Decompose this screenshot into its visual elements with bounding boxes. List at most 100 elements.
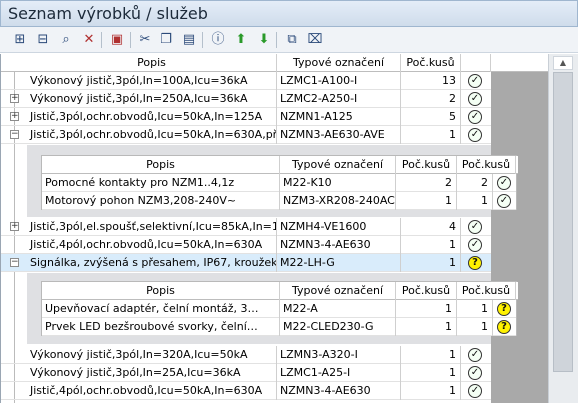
info-icon[interactable]: ⓘ — [209, 31, 227, 49]
sub-col-header-qty2[interactable]: Poč.kusů — [457, 282, 516, 300]
binoculars-icon[interactable]: ⌕ — [57, 31, 75, 49]
table-row[interactable]: Výkonový jistič,3pól,In=100A,Icu=36kA LZ… — [1, 72, 491, 90]
vertical-scrollbar[interactable]: ▲ — [548, 54, 578, 403]
table-row[interactable]: + Jistič,3pól,ochr.obvodů,Icu=50kA,In=12… — [1, 108, 491, 126]
sub-col-header-qty[interactable]: Poč.kusů — [396, 282, 457, 300]
table-row[interactable]: Jistič,4pól,ochr.obvodů,Icu=50kA,In=630A… — [1, 236, 491, 254]
sub-col-header-desc[interactable]: Popis — [42, 156, 280, 174]
sub-col-header-type[interactable]: Typové označení — [280, 282, 396, 300]
row-qty[interactable]: 4 — [401, 218, 461, 236]
sub-row-desc: Pomocné kontakty pro NZM1..4,1z — [42, 174, 280, 192]
row-qty[interactable]: 2 — [401, 90, 461, 108]
row-gutter: + — [1, 108, 27, 126]
copy-rows-icon[interactable]: ⧉ — [283, 31, 301, 49]
tree-expand-icon[interactable]: ⊞ — [11, 31, 29, 49]
sub-row-type: M22-CLED230-G — [280, 318, 396, 336]
col-header-qty[interactable]: Poč.kusů — [401, 54, 461, 72]
row-qty[interactable]: 5 — [401, 108, 461, 126]
col-header-status[interactable] — [461, 54, 491, 72]
subtable-row[interactable]: Motorový pohon NZM3,208-240V~ NZM3-XR208… — [42, 192, 516, 210]
table-row[interactable]: − Jistič,3pól,ochr.obvodů,Icu=50kA,In=63… — [1, 126, 491, 144]
row-type: NZMN1-A125 — [277, 108, 401, 126]
export-icon[interactable]: ▣ — [108, 31, 126, 49]
sub-row-type: M22-K10 — [280, 174, 396, 192]
row-gutter: − — [1, 126, 27, 144]
arrow-down-icon[interactable]: ⬇ — [255, 31, 273, 49]
sub-row-qty2[interactable]: 1 — [457, 192, 493, 210]
question-icon: ? — [497, 302, 511, 316]
delete-filter-icon[interactable]: ✕ — [80, 31, 98, 49]
collapse-icon[interactable]: − — [10, 130, 19, 139]
table-row-selected[interactable]: − Signálka, zvýšená s přesahem, IP67, kr… — [1, 254, 491, 272]
row-qty[interactable]: 13 — [401, 72, 461, 90]
subtable-accessories: Popis Typové označení Poč.kusů Poč.kusů … — [41, 155, 518, 210]
toolbar-separator — [202, 32, 203, 48]
col-header-desc[interactable]: Popis — [27, 54, 277, 72]
sub-row-desc: Upevňovací adaptér, čelní montáž, 3… — [42, 300, 280, 318]
scroll-up-arrow-icon[interactable]: ▲ — [553, 56, 573, 70]
arrow-up-icon[interactable]: ⬆ — [232, 31, 250, 49]
sub-row-qty2[interactable]: 2 — [457, 174, 493, 192]
table-row[interactable]: Výkonový jistič,3pól,In=25A,Icu=36kA LZM… — [1, 364, 491, 382]
copy-icon[interactable]: ❐ — [157, 31, 175, 49]
row-type: LZMN3-A320-I — [277, 346, 401, 364]
expand-icon[interactable]: + — [10, 112, 19, 121]
row-qty[interactable]: 1 — [401, 126, 461, 144]
grid-header: Popis Typové označení Poč.kusů — [1, 54, 548, 72]
toolbar-separator — [130, 32, 131, 48]
row-desc: Výkonový jistič,3pól,In=100A,Icu=36kA — [27, 72, 277, 90]
ok-check-icon: ✓ — [468, 92, 482, 106]
question-icon: ? — [497, 320, 511, 334]
row-qty[interactable]: 1 — [401, 382, 461, 400]
ok-check-icon: ✓ — [468, 110, 482, 124]
scroll-thumb[interactable] — [553, 72, 573, 372]
row-type: NZMN3-4-AE630 — [277, 236, 401, 254]
ok-check-icon: ✓ — [497, 194, 511, 208]
expand-icon[interactable]: + — [10, 94, 19, 103]
col-header-type[interactable]: Typové označení — [277, 54, 401, 72]
sub-row-desc: Motorový pohon NZM3,208-240V~ — [42, 192, 280, 210]
subtable-row[interactable]: Upevňovací adaptér, čelní montáž, 3… M22… — [42, 300, 516, 318]
tree-collapse-icon[interactable]: ⊟ — [34, 31, 52, 49]
ok-check-icon: ✓ — [468, 220, 482, 234]
ok-check-icon: ✓ — [468, 348, 482, 362]
row-type: NZMH4-VE1600 — [277, 218, 401, 236]
row-qty[interactable]: 1 — [401, 346, 461, 364]
sub-row-qty[interactable]: 2 — [396, 174, 457, 192]
row-qty[interactable]: 1 — [401, 364, 461, 382]
table-row[interactable]: Jistič,4pól,ochr.obvodů,Icu=50kA,In=630A… — [1, 382, 491, 400]
row-type: NZMN3-4-AE630 — [277, 382, 401, 400]
subtable-row[interactable]: Prvek LED bezšroubové svorky, čelní… M22… — [42, 318, 516, 336]
sub-col-header-desc[interactable]: Popis — [42, 282, 280, 300]
sub-col-header-qty2[interactable]: Poč.kusů — [457, 156, 516, 174]
cut-icon[interactable]: ✂ — [136, 31, 154, 49]
paste-icon[interactable]: ▤ — [180, 31, 198, 49]
ok-check-icon: ✓ — [497, 176, 511, 190]
subtable-header: Popis Typové označení Poč.kusů Poč.kusů — [42, 282, 518, 300]
row-gutter: + — [1, 218, 27, 236]
sub-row-desc: Prvek LED bezšroubové svorky, čelní… — [42, 318, 280, 336]
row-desc: Jistič,4pól,ochr.obvodů,Icu=50kA,In=630A — [27, 236, 277, 254]
collapse-icon[interactable]: − — [10, 258, 19, 267]
row-type: LZMC1-A100-I — [277, 72, 401, 90]
row-qty[interactable]: 1 — [401, 254, 461, 272]
subtable-accessories: Popis Typové označení Poč.kusů Poč.kusů … — [41, 281, 518, 336]
table-row[interactable]: + Jistič,3pól,el.spoušť,selektivní,Icu=8… — [1, 218, 491, 236]
row-qty[interactable]: 1 — [401, 236, 461, 254]
sub-row-qty[interactable]: 1 — [396, 192, 457, 210]
sub-row-qty2[interactable]: 1 — [457, 318, 493, 336]
table-row[interactable]: Výkonový jistič,3pól,In=320A,Icu=50kA LZ… — [1, 346, 491, 364]
sub-row-qty[interactable]: 1 — [396, 300, 457, 318]
table-row[interactable]: + Výkonový jistič,3pól,In=250A,Icu=36kA … — [1, 90, 491, 108]
clear-filter-icon[interactable]: ⌧ — [306, 31, 324, 49]
sub-col-header-type[interactable]: Typové označení — [280, 156, 396, 174]
ok-check-icon: ✓ — [468, 384, 482, 398]
sub-row-qty[interactable]: 1 — [396, 318, 457, 336]
sub-col-header-qty[interactable]: Poč.kusů — [396, 156, 457, 174]
expand-icon[interactable]: + — [10, 222, 19, 231]
subtable-row[interactable]: Pomocné kontakty pro NZM1..4,1z M22-K10 … — [42, 174, 516, 192]
toolbar-separator — [276, 32, 277, 48]
sub-row-qty2[interactable]: 1 — [457, 300, 493, 318]
row-desc: Jistič,3pól,ochr.obvodů,Icu=50kA,In=125A — [27, 108, 277, 126]
ok-check-icon: ✓ — [468, 128, 482, 142]
